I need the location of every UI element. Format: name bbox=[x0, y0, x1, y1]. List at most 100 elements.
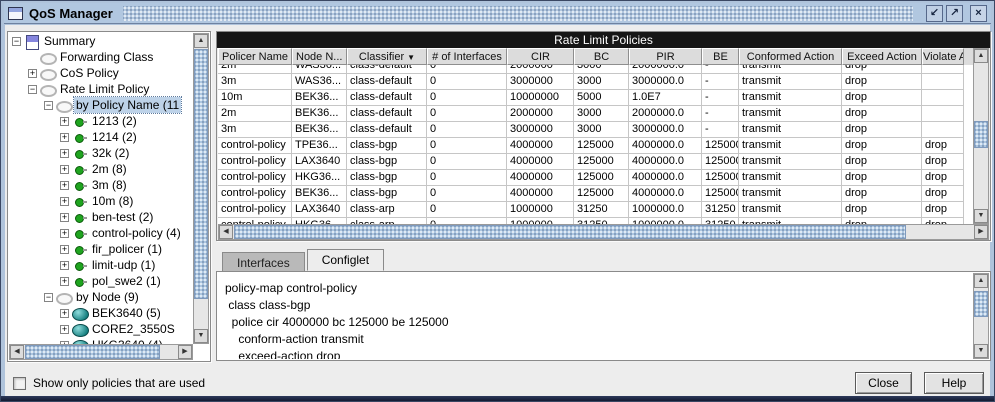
tree-item-label[interactable]: ben-test (2) bbox=[90, 209, 155, 225]
tree-item[interactable]: +2m (8) bbox=[9, 161, 193, 177]
configlet-vertical-scrollbar[interactable]: ▲ ▼ bbox=[973, 273, 989, 359]
tree-expander-plus-icon[interactable]: + bbox=[60, 117, 69, 126]
scroll-down-icon[interactable]: ▼ bbox=[194, 329, 208, 343]
tree-expander-plus-icon[interactable]: + bbox=[60, 197, 69, 206]
close-button[interactable]: Close bbox=[855, 372, 912, 394]
tree-item-label[interactable]: 32k (2) bbox=[90, 145, 131, 161]
tree-item[interactable]: Forwarding Class bbox=[9, 49, 193, 65]
tree-expander-plus-icon[interactable]: + bbox=[60, 149, 69, 158]
table-vscroll-thumb[interactable] bbox=[974, 121, 988, 148]
iconify-button[interactable]: ↙ bbox=[926, 5, 943, 22]
tree-expander-minus-icon[interactable]: − bbox=[12, 37, 21, 46]
column-header[interactable]: Node N... bbox=[292, 48, 347, 65]
column-header[interactable]: Violate A bbox=[922, 48, 964, 65]
column-header[interactable]: # of Interfaces bbox=[427, 48, 507, 65]
tree-item-label[interactable]: 2m (8) bbox=[90, 161, 129, 177]
table-row[interactable]: control-policyLAX3640class-bgp0400000012… bbox=[218, 154, 973, 170]
table-row[interactable]: 2mBEK36...class-default02000000300020000… bbox=[218, 106, 973, 122]
tree-expander-plus-icon[interactable]: + bbox=[60, 213, 69, 222]
tree-item[interactable]: +10m (8) bbox=[9, 193, 193, 209]
tree-expander-plus-icon[interactable]: + bbox=[60, 325, 69, 334]
tree-item[interactable]: + ben-test (2) bbox=[9, 209, 193, 225]
table-row[interactable]: 10mBEK36...class-default01000000050001.0… bbox=[218, 90, 973, 106]
tree-item-label[interactable]: by Node (9) bbox=[74, 289, 141, 305]
tree-expander-minus-icon[interactable]: − bbox=[28, 85, 37, 94]
tree-item[interactable]: +1213 (2) bbox=[9, 113, 193, 129]
tree-horizontal-scrollbar[interactable]: ◀ ▶ bbox=[9, 344, 193, 360]
column-header[interactable]: BE bbox=[702, 48, 739, 65]
scroll-right-icon[interactable]: ▶ bbox=[178, 345, 192, 359]
tree-item-label[interactable]: CORE2_3550S bbox=[90, 321, 177, 337]
tree-item[interactable]: +HKG3640 (4) bbox=[9, 337, 193, 344]
tree-item-label[interactable]: Forwarding Class bbox=[58, 49, 155, 65]
configlet-vscroll-thumb[interactable] bbox=[974, 291, 988, 317]
tab-configlet[interactable]: Configlet bbox=[307, 249, 384, 271]
table-vertical-scrollbar[interactable]: ▲ ▼ bbox=[973, 48, 989, 224]
tree-item-label[interactable]: by Policy Name (11 bbox=[74, 97, 181, 113]
table-row[interactable]: control-policyBEK36...class-bgp040000001… bbox=[218, 186, 973, 202]
tree-expander-plus-icon[interactable]: + bbox=[60, 165, 69, 174]
tree-item-label[interactable]: CoS Policy bbox=[58, 65, 121, 81]
tree-item[interactable]: +32k (2) bbox=[9, 145, 193, 161]
tree-item-label[interactable]: control-policy (4) bbox=[90, 225, 183, 241]
column-header[interactable]: Exceed Action bbox=[842, 48, 922, 65]
tree-expander-plus-icon[interactable]: + bbox=[60, 277, 69, 286]
column-header[interactable]: Policer Name bbox=[218, 48, 292, 65]
scroll-up-icon[interactable]: ▲ bbox=[974, 49, 988, 63]
scroll-left-icon[interactable]: ◀ bbox=[10, 345, 24, 359]
tree-hscroll-thumb[interactable] bbox=[25, 345, 160, 359]
tree-item-label[interactable]: Rate Limit Policy bbox=[58, 81, 151, 97]
scroll-down-icon[interactable]: ▼ bbox=[974, 344, 988, 358]
column-header[interactable]: PIR bbox=[629, 48, 702, 65]
tree-item[interactable]: + control-policy (4) bbox=[9, 225, 193, 241]
table-row[interactable]: 2mWAS36...class-default02000000300020000… bbox=[218, 65, 973, 74]
tree-expander-plus-icon[interactable]: + bbox=[60, 229, 69, 238]
table-row[interactable]: 3mWAS36...class-default03000000300030000… bbox=[218, 74, 973, 90]
tree-item-label[interactable]: Summary bbox=[42, 33, 97, 49]
tree-item[interactable]: − by Node (9) bbox=[9, 289, 193, 305]
table-row[interactable]: 3mBEK36...class-default03000000300030000… bbox=[218, 122, 973, 138]
tree-item[interactable]: + fir_policer (1) bbox=[9, 241, 193, 257]
tree-item[interactable]: +3m (8) bbox=[9, 177, 193, 193]
tree-expander-plus-icon[interactable]: + bbox=[60, 309, 69, 318]
tree-expander-plus-icon[interactable]: + bbox=[60, 245, 69, 254]
tree-expander-plus-icon[interactable]: + bbox=[28, 69, 37, 78]
tree-item-label[interactable]: HKG3640 (4) bbox=[90, 337, 165, 344]
tree-vscroll-thumb[interactable] bbox=[194, 49, 208, 299]
tree-item[interactable]: −by Policy Name (11 bbox=[9, 97, 193, 113]
tree-item-label[interactable]: limit-udp (1) bbox=[90, 257, 157, 273]
table-hscroll-thumb[interactable] bbox=[234, 225, 906, 239]
tree-expander-plus-icon[interactable]: + bbox=[60, 133, 69, 142]
scroll-right-icon[interactable]: ▶ bbox=[974, 225, 988, 239]
table-row[interactable]: control-policyTPE36...class-bgp040000001… bbox=[218, 138, 973, 154]
close-window-button[interactable]: × bbox=[970, 5, 987, 22]
tree-expander-minus-icon[interactable]: − bbox=[44, 293, 53, 302]
tree-item[interactable]: +1214 (2) bbox=[9, 129, 193, 145]
tree-item-label[interactable]: 10m (8) bbox=[90, 193, 135, 209]
tree-item-label[interactable]: fir_policer (1) bbox=[90, 241, 164, 257]
titlebar[interactable]: QoS Manager ↙ ↗ × bbox=[4, 3, 991, 24]
tree-item-label[interactable]: pol_swe2 (1) bbox=[90, 273, 163, 289]
column-header[interactable]: CIR bbox=[507, 48, 574, 65]
tree-item[interactable]: − Summary bbox=[9, 33, 193, 49]
tree-expander-plus-icon[interactable]: + bbox=[60, 261, 69, 270]
scroll-up-icon[interactable]: ▲ bbox=[974, 274, 988, 288]
column-header[interactable]: Conformed Action bbox=[739, 48, 842, 65]
table-row[interactable]: control-policyHKG36...class-bgp040000001… bbox=[218, 170, 973, 186]
table-row[interactable]: control-policyLAX3640class-arp0100000031… bbox=[218, 202, 973, 218]
tree-item-label[interactable]: 1214 (2) bbox=[90, 129, 139, 145]
table-horizontal-scrollbar[interactable]: ◀ ▶ bbox=[218, 224, 989, 240]
tree-item[interactable]: + CoS Policy bbox=[9, 65, 193, 81]
tree-item-label[interactable]: BEK3640 (5) bbox=[90, 305, 163, 321]
tree-item[interactable]: + limit-udp (1) bbox=[9, 257, 193, 273]
tab-interfaces[interactable]: Interfaces bbox=[222, 252, 305, 271]
tree-viewport[interactable]: − SummaryForwarding Class + CoS Policy − Rate… bbox=[9, 33, 193, 344]
tree-item[interactable]: + pol_swe2 (1) bbox=[9, 273, 193, 289]
tree-vertical-scrollbar[interactable]: ▲ ▼ bbox=[193, 33, 209, 344]
scroll-left-icon[interactable]: ◀ bbox=[219, 225, 233, 239]
maximize-button[interactable]: ↗ bbox=[946, 5, 963, 22]
help-button[interactable]: Help bbox=[924, 372, 984, 394]
tree-item[interactable]: + CORE2_3550S bbox=[9, 321, 193, 337]
show-used-policies-checkbox[interactable] bbox=[13, 377, 26, 390]
configlet-text[interactable]: policy-map control-policy class class-bg… bbox=[219, 273, 971, 359]
